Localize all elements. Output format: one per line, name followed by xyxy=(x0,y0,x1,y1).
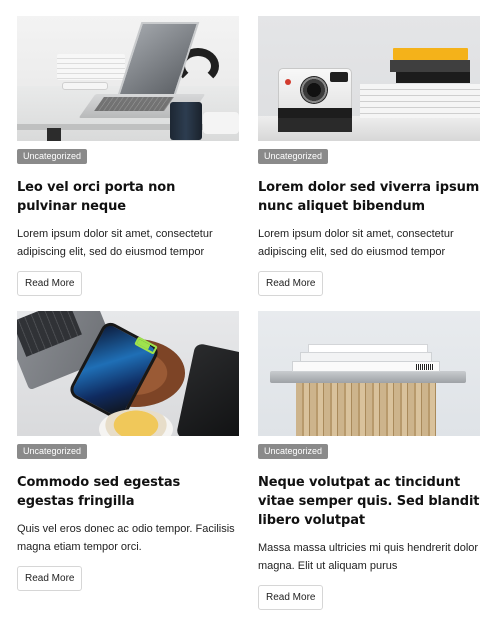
post-card: Uncategorized Neque volutpat ac tincidun… xyxy=(258,311,480,610)
category-badge[interactable]: Uncategorized xyxy=(258,149,329,164)
post-thumbnail-laptop-desk[interactable] xyxy=(17,16,239,141)
post-card: Uncategorized Leo vel orci porta non pul… xyxy=(17,16,239,296)
category-badge[interactable]: Uncategorized xyxy=(258,444,329,459)
post-excerpt: Lorem ipsum dolor sit amet, consectetur … xyxy=(17,228,213,258)
blog-post-grid: Uncategorized Leo vel orci porta non pul… xyxy=(0,0,500,619)
post-card: Uncategorized Lorem dolor sed viverra ip… xyxy=(258,16,480,296)
post-excerpt: Quis vel eros donec ac odio tempor. Faci… xyxy=(17,523,235,553)
post-title[interactable]: Leo vel orci porta non pulvinar neque xyxy=(17,178,239,216)
post-title[interactable]: Commodo sed egestas egestas fringilla xyxy=(17,473,239,511)
read-more-button[interactable]: Read More xyxy=(17,271,83,296)
post-excerpt: Massa massa ultricies mi quis hendrerit … xyxy=(258,542,479,572)
read-more-button[interactable]: Read More xyxy=(258,271,324,296)
post-excerpt: Lorem ipsum dolor sit amet, consectetur … xyxy=(258,228,454,258)
post-thumbnail-phone-charger[interactable] xyxy=(17,311,239,436)
read-more-button[interactable]: Read More xyxy=(258,585,324,610)
category-badge[interactable]: Uncategorized xyxy=(17,444,88,459)
post-title[interactable]: Lorem dolor sed viverra ipsum nunc aliqu… xyxy=(258,178,480,216)
post-card: Uncategorized Commodo sed egestas egesta… xyxy=(17,311,239,591)
post-title[interactable]: Neque volutpat ac tincidunt vitae semper… xyxy=(258,473,480,530)
read-more-button[interactable]: Read More xyxy=(17,566,83,591)
category-badge[interactable]: Uncategorized xyxy=(17,149,88,164)
post-thumbnail-polaroid-camera[interactable] xyxy=(258,16,480,141)
post-thumbnail-books-stump[interactable] xyxy=(258,311,480,436)
